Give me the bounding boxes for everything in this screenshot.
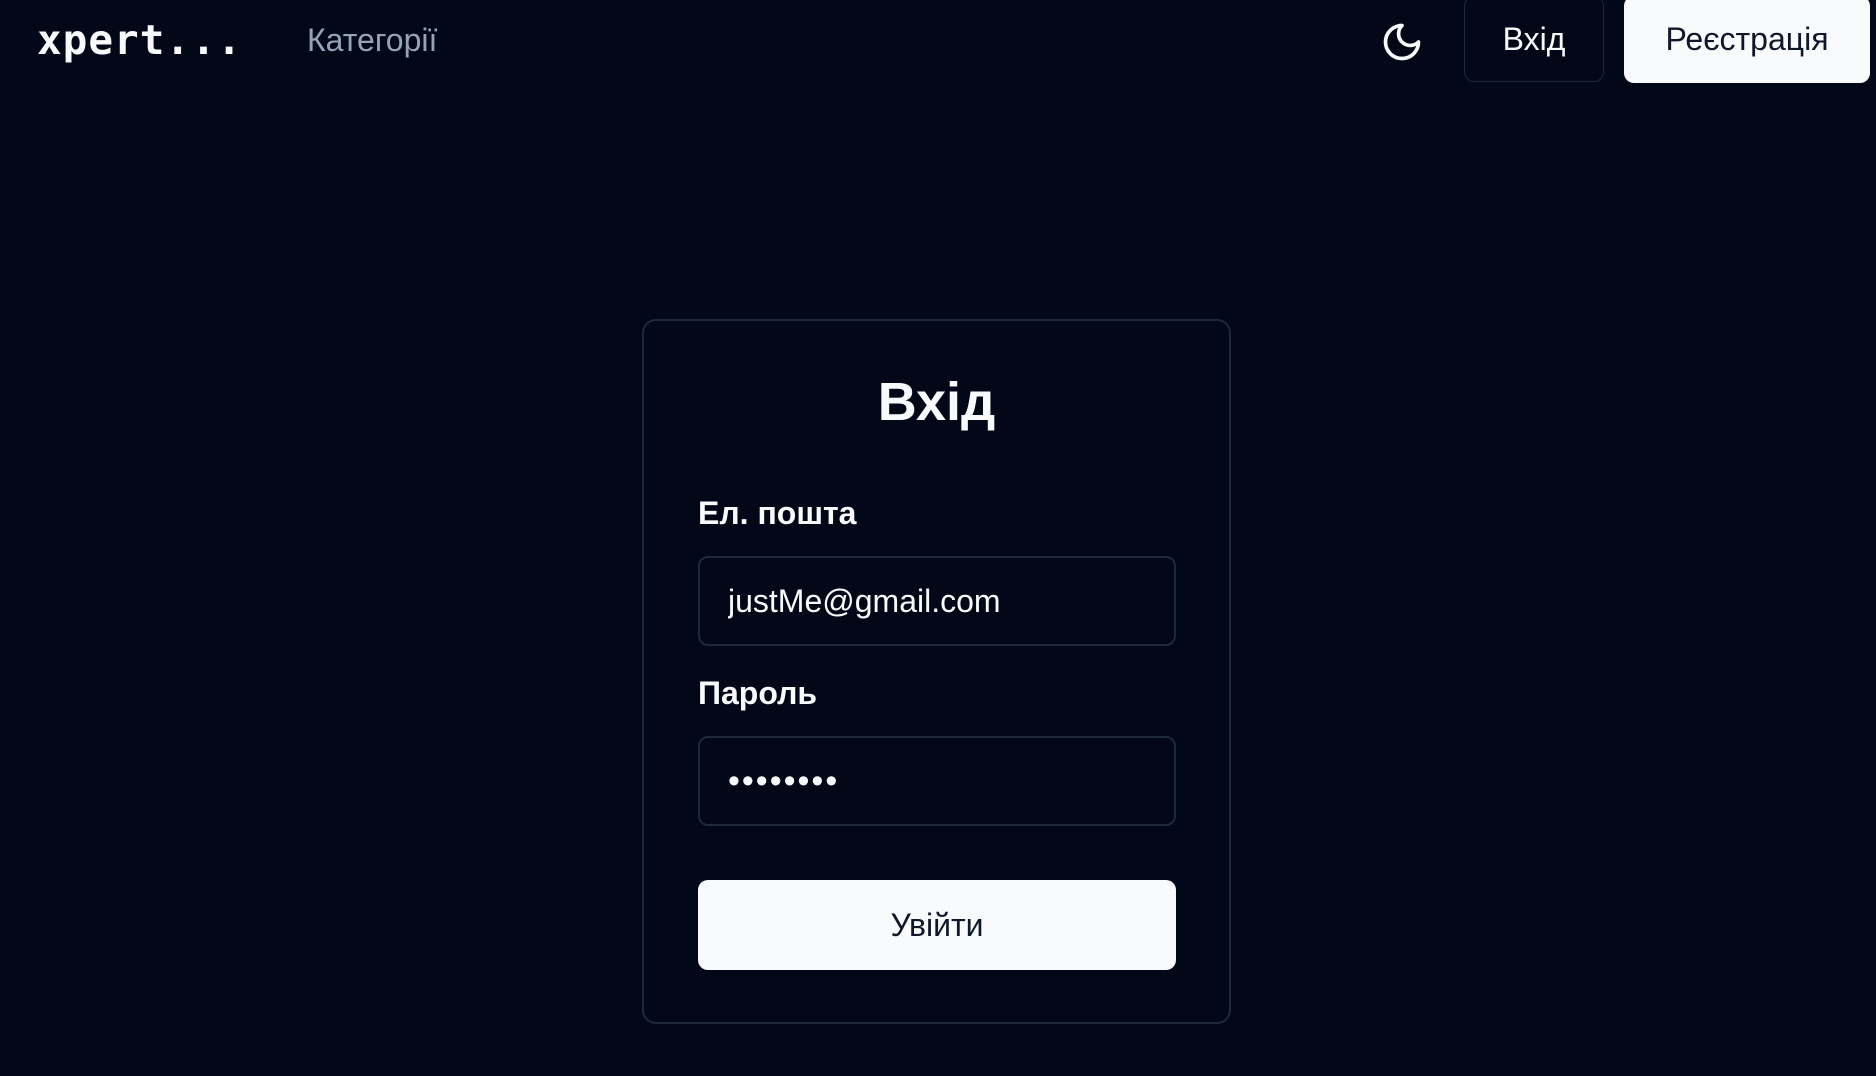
login-title: Вхід	[877, 372, 996, 432]
submit-login-button[interactable]: Увійти	[698, 880, 1176, 970]
register-button[interactable]: Реєстрація	[1624, 0, 1870, 83]
site-logo[interactable]: xpert...	[37, 12, 242, 68]
top-navbar: xpert... Категорії Вхід Реєстрація	[0, 0, 1876, 84]
theme-toggle-button[interactable]	[1376, 16, 1428, 68]
email-field[interactable]	[698, 556, 1176, 646]
nav-link-categories[interactable]: Категорії	[307, 18, 437, 62]
login-button[interactable]: Вхід	[1464, 0, 1604, 82]
login-card: Вхід Ел. пошта Пароль Увійти	[642, 319, 1231, 1024]
password-label: Пароль	[698, 675, 818, 711]
moon-icon	[1383, 23, 1421, 61]
email-label: Ел. пошта	[698, 495, 857, 531]
password-field[interactable]	[698, 736, 1176, 826]
